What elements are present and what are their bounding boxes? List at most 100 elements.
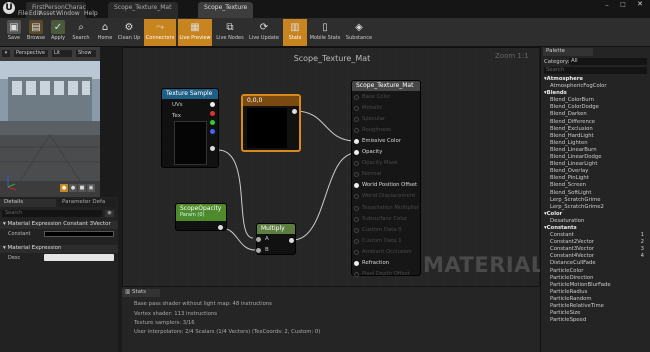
plane-preview-icon[interactable]: ■ <box>78 184 86 192</box>
viewport-menu-button[interactable]: ▾ <box>2 50 10 57</box>
stats-button[interactable]: ▥ Stats <box>283 19 307 46</box>
section-header-material-expression[interactable]: ▾ Material Expression <box>0 245 118 253</box>
palette-item[interactable]: ParticleRelativeTime <box>541 303 649 310</box>
palette-item[interactable]: ParticleSpeed <box>541 317 649 324</box>
palette-item[interactable]: Blend_LinearDodge <box>541 154 649 161</box>
constant3vector-output-pin[interactable] <box>292 109 297 114</box>
cube-preview-icon[interactable]: ▣ <box>87 184 95 192</box>
material-input-row[interactable]: Roughness <box>352 126 422 135</box>
material-input-pin[interactable] <box>354 227 359 233</box>
palette-item[interactable]: Blend_LinearLight <box>541 161 649 168</box>
category-dropdown[interactable]: All <box>569 58 647 65</box>
material-input-row[interactable]: World Displacement <box>352 192 422 201</box>
preview-viewport[interactable]: ▾ Perspective Lit Show ● ● ■ ▣ <box>0 47 100 197</box>
material-input-row[interactable]: Refraction <box>352 259 422 268</box>
material-input-row[interactable]: Custom Data 0 <box>352 226 422 235</box>
b-output-pin[interactable] <box>210 129 215 134</box>
details-search-input[interactable]: Search <box>2 210 102 217</box>
palette-item[interactable]: Blend_Screen <box>541 182 649 189</box>
material-input-row[interactable]: Pixel Depth Offset <box>352 270 422 279</box>
maximize-button[interactable]: □ <box>616 1 630 9</box>
multiply-output-pin[interactable] <box>289 238 294 243</box>
material-input-row[interactable]: Custom Data 1 <box>352 237 422 246</box>
search-button[interactable]: ⌕ Search <box>69 19 93 46</box>
multiply-node[interactable]: Multiply A B <box>256 223 296 255</box>
palette-item[interactable]: Constant2Vector 2 <box>541 239 649 246</box>
cleanup-button[interactable]: ⚙ Clean Up <box>116 19 142 46</box>
stats-tab[interactable]: ▥ Stats <box>122 289 160 297</box>
perspective-dropdown[interactable]: Perspective <box>14 50 48 57</box>
lit-dropdown[interactable]: Lit <box>52 50 72 57</box>
material-input-pin[interactable] <box>354 150 359 156</box>
material-input-pin[interactable] <box>354 260 359 266</box>
material-input-pin[interactable] <box>354 128 359 134</box>
live-update-button[interactable]: ⟳ Live Update <box>248 19 280 46</box>
texture-sample-node[interactable]: Texture Sample UVs Tex <box>161 88 219 168</box>
parameter-defaults-tab[interactable]: Parameter Defa <box>58 199 116 207</box>
palette-category[interactable]: ▾Color <box>541 211 649 218</box>
g-output-pin[interactable] <box>210 120 215 125</box>
menu-asset[interactable]: Asset <box>39 10 55 17</box>
palette-item[interactable]: Blend_HardLight <box>541 133 649 140</box>
connectors-button[interactable]: ⤳ Connectors <box>144 19 176 46</box>
cylinder-preview-icon[interactable]: ● <box>60 184 68 192</box>
material-input-row[interactable]: Specular <box>352 115 422 124</box>
menu-window[interactable]: Window <box>56 10 80 17</box>
live-preview-button[interactable]: ▦ Live Preview <box>178 19 212 46</box>
palette-item[interactable]: Constant4Vector 4 <box>541 253 649 260</box>
section-header-constant3vector[interactable]: ▾ Material Expression Constant 3Vector <box>0 221 118 229</box>
material-input-row[interactable]: Subsurface Color <box>352 215 422 224</box>
save-button[interactable]: ▣ Save <box>2 19 26 46</box>
substance-button[interactable]: ◈ Substance <box>344 19 374 46</box>
palette-item[interactable]: AtmosphericFogColor <box>541 83 649 90</box>
palette-item[interactable]: Constant 1 <box>541 232 649 239</box>
palette-category[interactable]: ▾Atmosphere <box>541 76 649 83</box>
mobile-stats-button[interactable]: ▯ Mobile Stats <box>309 19 341 46</box>
material-input-pin[interactable] <box>354 205 359 211</box>
material-input-row[interactable]: World Position Offset <box>352 181 422 190</box>
material-input-row[interactable]: Emissive Color <box>352 137 422 146</box>
material-graph[interactable]: Scope_Texture_Mat Zoom 1:1 MATERIAL Text… <box>122 47 544 288</box>
live-nodes-button[interactable]: ⧉ Live Nodes <box>214 19 246 46</box>
scope-opacity-output-pin[interactable] <box>218 225 223 230</box>
palette-item[interactable]: Blend_Difference <box>541 119 649 126</box>
palette-item[interactable]: Blend_Exclusion <box>541 126 649 133</box>
palette-tab[interactable]: Palette <box>543 48 593 56</box>
material-input-pin[interactable] <box>354 139 359 145</box>
menu-file[interactable]: File <box>18 10 28 17</box>
material-input-pin[interactable] <box>354 106 359 112</box>
constant3vector-node[interactable]: 0,0,0 <box>241 94 301 152</box>
desc-input[interactable] <box>44 254 114 261</box>
sphere-preview-icon[interactable]: ● <box>69 184 77 192</box>
material-input-row[interactable]: Base Color <box>352 93 422 102</box>
palette-item[interactable]: Blend_SoftLight <box>541 190 649 197</box>
palette-item[interactable]: Constant3Vector 3 <box>541 246 649 253</box>
palette-item[interactable]: Desaturation <box>541 218 649 225</box>
material-input-pin[interactable] <box>354 194 359 200</box>
palette-item[interactable]: DistanceCullFade <box>541 260 649 267</box>
palette-item[interactable]: Lerp_ScratchGrime2 <box>541 204 649 211</box>
material-input-pin[interactable] <box>354 271 359 277</box>
palette-item[interactable]: ParticleRadius <box>541 289 649 296</box>
tab-scope-texture[interactable]: Scope_Texture <box>198 2 253 18</box>
palette-item[interactable]: Blend_Overlay <box>541 168 649 175</box>
material-result-node[interactable]: Scope_Texture_Mat Base Color Metallic Spec… <box>351 80 422 279</box>
palette-category[interactable]: ▾Blends <box>541 90 649 97</box>
multiply-a-input-pin[interactable] <box>256 237 261 242</box>
material-input-row[interactable]: Opacity Mask <box>352 159 422 168</box>
constant-color-swatch[interactable] <box>44 231 114 237</box>
minimize-button[interactable]: – <box>600 1 614 9</box>
apply-button[interactable]: ✓ Apply <box>46 19 70 46</box>
r-output-pin[interactable] <box>210 111 215 116</box>
details-tab[interactable]: Details <box>0 199 56 207</box>
palette-item[interactable]: Blend_LinearBurn <box>541 147 649 154</box>
material-input-pin[interactable] <box>354 161 359 167</box>
material-input-row[interactable]: Tessellation Multiplier <box>352 204 422 213</box>
material-input-row[interactable]: Ambient Occlusion <box>352 248 422 257</box>
material-input-pin[interactable] <box>354 249 359 255</box>
material-input-pin[interactable] <box>354 183 359 189</box>
home-button[interactable]: ⌂ Home <box>93 19 117 46</box>
palette-item[interactable]: ParticleColor <box>541 268 649 275</box>
palette-item[interactable]: ParticleDirection <box>541 275 649 282</box>
material-input-pin[interactable] <box>354 117 359 123</box>
